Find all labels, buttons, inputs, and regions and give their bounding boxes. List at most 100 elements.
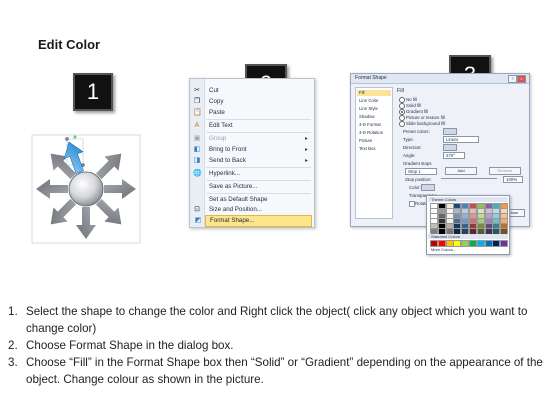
dialog-title: Format Shape (355, 75, 387, 81)
instruction-text: Choose “Fill” in the Format Shape box th… (26, 356, 543, 386)
radio-label: Slide background fill (406, 121, 446, 126)
stop-position-slider[interactable] (441, 178, 497, 179)
angle-value: 270° (446, 153, 456, 158)
add-stop-button[interactable]: Add (445, 167, 477, 175)
menu-item-format-shape[interactable]: ◩ Format Shape... (195, 215, 312, 227)
scissors-icon: ✂ (194, 87, 200, 94)
instruction-list: 1. Select the shape to change the color a… (8, 303, 556, 388)
category-item-3d-rotation[interactable]: 3-D Rotation (359, 130, 383, 136)
menu-separator (206, 119, 311, 120)
instruction-text: Choose Format Shape in the dialog box. (26, 339, 234, 352)
format-icon: ◩ (194, 217, 202, 224)
type-label: Type: (403, 137, 414, 142)
radio-slide-background-fill[interactable] (399, 121, 405, 127)
menu-item-size-and-position[interactable]: ⊡ Size and Position... (194, 205, 312, 215)
standard-colors-header: Standard Colors (428, 234, 508, 239)
context-menu: ✂ Cut ❐ Copy 📋 Paste A Edit Text ▣ Group ▸ ◧ Br… (189, 78, 315, 228)
instruction-item: 1. Select the shape to change the color a… (8, 303, 556, 337)
theme-colors-header: Theme Colors (428, 197, 508, 202)
standard-color-swatch[interactable] (461, 240, 470, 247)
direction-dropdown[interactable] (443, 144, 457, 151)
category-item-line-color[interactable]: Line Color (359, 98, 379, 104)
menu-item-label: Bring to Front (209, 146, 247, 153)
standard-color-swatch[interactable] (430, 240, 438, 247)
more-colors-link[interactable]: More Colors... (428, 247, 508, 252)
close-icon[interactable]: x (517, 75, 526, 83)
menu-separator (206, 167, 311, 168)
size-icon: ⊡ (194, 206, 200, 213)
color-picker-popup: Theme Colors Standard Colors More Colors… (426, 195, 510, 255)
standard-color-swatch[interactable] (500, 240, 509, 247)
standard-color-swatch[interactable] (469, 240, 477, 247)
standard-color-swatch[interactable] (476, 240, 485, 247)
gradient-stops-label: Gradient stops (403, 161, 432, 166)
angle-label: Angle: (403, 153, 416, 158)
menu-item-label: Set as Default Shape (209, 196, 268, 203)
group-icon: ▣ (193, 135, 201, 142)
chevron-right-icon: ▸ (304, 158, 308, 164)
instruction-number: 1. (8, 305, 18, 318)
menu-item-copy[interactable]: ❐ Copy (194, 97, 312, 107)
angle-input[interactable]: 270° (443, 152, 465, 159)
rotate-checkbox[interactable] (409, 201, 415, 207)
menu-item-label: Group (209, 135, 227, 142)
send-back-icon: ◨ (193, 157, 201, 164)
color-dropdown[interactable] (421, 184, 435, 191)
menu-item-label: Save as Picture... (209, 183, 258, 190)
menu-item-group: ▣ Group ▸ (194, 134, 312, 144)
instruction-number: 3. (8, 356, 18, 369)
menu-separator (206, 132, 311, 133)
stop-position-label: Stop position: (405, 177, 432, 182)
type-value: Linear (446, 137, 459, 142)
standard-color-swatch[interactable] (484, 240, 493, 247)
menu-item-hyperlink[interactable]: 🌐 Hyperlink... (193, 169, 312, 179)
category-item-shadow[interactable]: Shadow (359, 114, 375, 120)
preset-colors-dropdown[interactable] (443, 128, 457, 135)
category-item-3d-format[interactable]: 3-D Format (359, 122, 381, 128)
step-badge-1: 1 (73, 73, 113, 111)
page-title: Edit Color (38, 37, 101, 52)
arrow-burst-shape[interactable] (30, 133, 142, 245)
menu-item-edit-text[interactable]: A Edit Text (195, 121, 312, 131)
menu-item-bring-to-front[interactable]: ◧ Bring to Front ▸ (194, 145, 312, 155)
menu-item-label: Size and Position... (209, 206, 262, 213)
radio-label: Picture or texture fill (406, 115, 445, 120)
standard-color-swatch[interactable] (492, 240, 501, 247)
remove-stop-button: Remove (489, 167, 521, 175)
text-icon: A (194, 122, 200, 129)
help-button[interactable]: ? (508, 75, 517, 83)
menu-item-label: Copy (209, 98, 224, 105)
menu-item-cut[interactable]: ✂ Cut (194, 86, 312, 96)
menu-item-label: Paste (209, 109, 225, 116)
bring-front-icon: ◧ (193, 146, 201, 153)
menu-item-set-default-shape[interactable]: Set as Default Shape (205, 195, 312, 205)
standard-color-swatch[interactable] (445, 240, 454, 247)
stop-select[interactable]: Stop 1 (405, 168, 437, 175)
category-item-fill[interactable]: Fill (357, 90, 391, 96)
type-select[interactable]: Linear (443, 136, 479, 143)
menu-item-label: Cut (209, 87, 219, 94)
radio-label: Gradient fill (406, 109, 429, 114)
category-item-picture[interactable]: Picture (359, 138, 372, 144)
stop-position-value: 100% (506, 177, 518, 182)
stop-value: Stop 1 (408, 169, 421, 174)
paste-icon: 📋 (193, 109, 202, 116)
color-label: Color: (409, 185, 421, 190)
category-item-text-box[interactable]: Text Box (359, 146, 375, 152)
hyperlink-icon: 🌐 (193, 170, 202, 177)
category-item-line-style[interactable]: Line Style (359, 106, 378, 112)
menu-item-send-to-back[interactable]: ◨ Send to Back ▸ (194, 156, 312, 166)
standard-color-swatch[interactable] (453, 240, 462, 247)
menu-item-label: Hyperlink... (209, 170, 240, 177)
standard-color-swatch[interactable] (437, 240, 446, 247)
menu-item-paste[interactable]: 📋 Paste (193, 108, 312, 118)
copy-icon: ❐ (193, 98, 201, 105)
instruction-text: Select the shape to change the color and… (26, 305, 528, 335)
instruction-item: 2. Choose Format Shape in the dialog box. (8, 337, 556, 354)
radio-label: Solid fill (406, 103, 422, 108)
menu-item-save-as-picture[interactable]: Save as Picture... (205, 182, 312, 192)
menu-separator (206, 180, 311, 181)
shape-preview[interactable] (30, 133, 142, 245)
menu-item-label: Format Shape... (210, 217, 255, 224)
stop-position-input[interactable]: 100% (503, 176, 523, 183)
